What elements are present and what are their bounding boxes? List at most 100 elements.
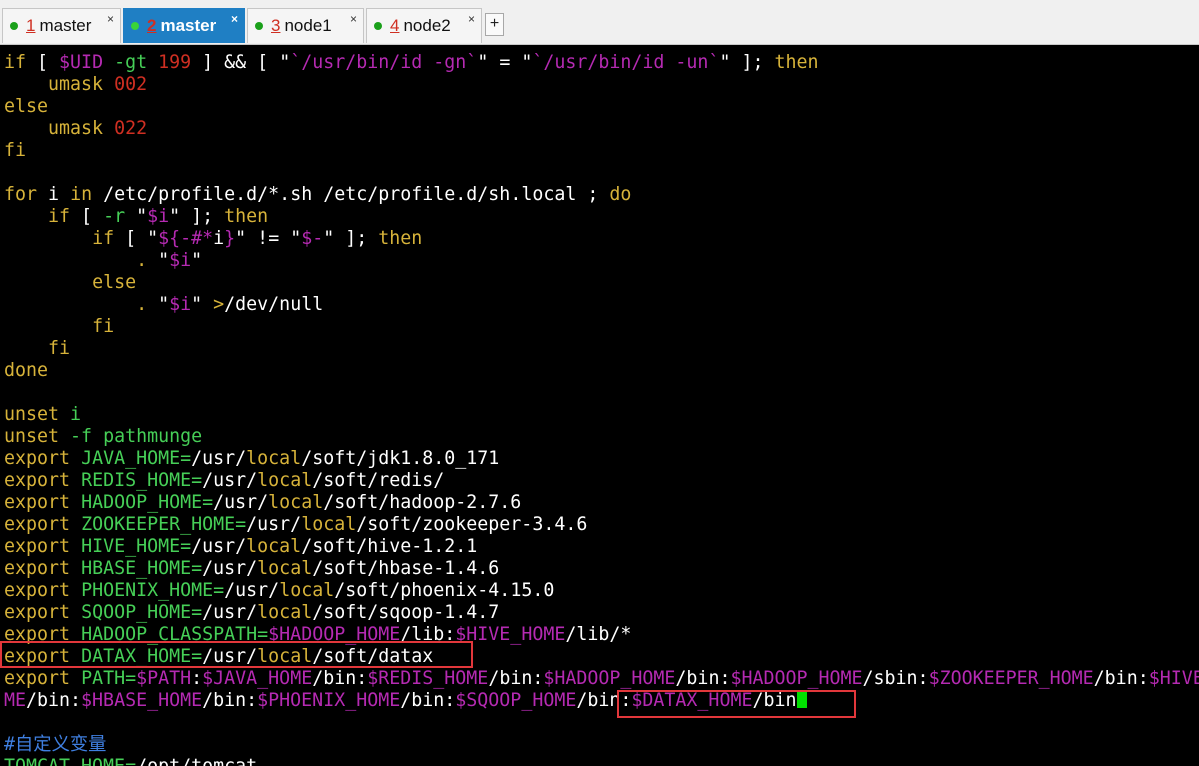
- status-dot-icon: [255, 22, 263, 30]
- close-tab-icon[interactable]: ×: [231, 13, 238, 25]
- code-token: fi: [4, 140, 27, 161]
- code-token: /soft/phoenix-4.15.0: [334, 580, 555, 601]
- code-token: local: [246, 536, 302, 557]
- code-token: $HADOOP_HOME: [543, 668, 676, 689]
- code-token: /usr/: [202, 602, 258, 623]
- code-token: /usr/: [224, 580, 280, 601]
- code-token: /usr/: [202, 470, 258, 491]
- terminal-line: export DATAX_HOME=/usr/local/soft/datax: [4, 646, 433, 668]
- code-token: $HADOOP_HOME: [730, 668, 863, 689]
- code-token: /bin:: [26, 690, 82, 711]
- code-token: `/usr/bin/id -gn`: [290, 52, 478, 73]
- code-token: export: [4, 514, 71, 535]
- code-token: $i: [169, 294, 192, 315]
- code-token: [ ": [114, 228, 159, 249]
- code-token: /usr/: [202, 646, 258, 667]
- code-token: local: [257, 646, 313, 667]
- new-tab-button[interactable]: +: [485, 13, 504, 36]
- terminal-line: TOMCAT_HOME=/opt/tomcat: [4, 756, 257, 766]
- terminal-line: umask 002: [4, 74, 147, 96]
- terminal-line: for i in /etc/profile.d/*.sh /etc/profil…: [4, 184, 631, 206]
- terminal-line: export ZOOKEEPER_HOME=/usr/local/soft/zo…: [4, 514, 587, 536]
- code-token: $ZOOKEEPER_HOME: [928, 668, 1094, 689]
- tab-number: 3: [271, 16, 281, 35]
- code-token: " ];: [169, 206, 225, 227]
- code-token: ": [191, 294, 214, 315]
- code-token: $SQOOP_HOME: [455, 690, 577, 711]
- code-token: /lib:: [400, 624, 456, 645]
- code-token: /etc/profile.d/*.sh /etc/profile.d/sh.lo…: [92, 184, 610, 205]
- terminal-line: unset -f pathmunge: [4, 426, 202, 448]
- code-token: local: [268, 492, 324, 513]
- code-token: SQOOP_HOME=: [81, 602, 203, 623]
- tab-3-node1[interactable]: 3 node1 ×: [247, 8, 364, 43]
- close-tab-icon[interactable]: ×: [468, 13, 475, 25]
- code-token: export: [4, 492, 71, 513]
- terminal-line: export REDIS_HOME=/usr/local/soft/redis/: [4, 470, 444, 492]
- close-tab-icon[interactable]: ×: [107, 13, 114, 25]
- tab-2-master[interactable]: 2 master ×: [123, 8, 245, 43]
- close-tab-icon[interactable]: ×: [350, 13, 357, 25]
- code-token: fi: [92, 316, 115, 337]
- code-token: local: [257, 558, 313, 579]
- code-token: /lib/*: [565, 624, 632, 645]
- code-token: HBASE_HOME=: [81, 558, 203, 579]
- tab-4-node2[interactable]: 4 node2 ×: [366, 8, 482, 43]
- terminal-line: else: [4, 96, 48, 118]
- code-token: ] && [ ": [191, 52, 291, 73]
- code-token: /opt/tomcat: [136, 756, 257, 766]
- terminal-line: . "$i" >/dev/null: [4, 294, 323, 316]
- code-token: $HBASE_HOME: [81, 690, 203, 711]
- code-token: $HIVE_HO: [1148, 668, 1199, 689]
- code-token: $PATH: [136, 668, 192, 689]
- code-token: umask: [48, 74, 104, 95]
- code-token: /bin:: [202, 690, 258, 711]
- status-dot-icon: [131, 22, 139, 30]
- code-token: export: [4, 624, 71, 645]
- code-token: /soft/jdk1.8.0_171: [301, 448, 500, 469]
- code-token: local: [246, 448, 302, 469]
- tab-bar: 1 master × 2 master × 3 node1 × 4 node2 …: [0, 0, 1199, 45]
- code-token: export: [4, 602, 71, 623]
- code-token: :: [191, 668, 203, 689]
- code-token: ": [191, 250, 203, 271]
- terminal-output[interactable]: if [ $UID -gt 199 ] && [ "`/usr/bin/id -…: [0, 52, 1199, 766]
- code-token: .: [136, 294, 148, 315]
- code-token: /soft/redis/: [312, 470, 445, 491]
- code-token: $REDIS_HOME: [367, 668, 489, 689]
- code-token: /bin:: [488, 668, 544, 689]
- code-token: export: [4, 558, 71, 579]
- code-token: }: [224, 228, 236, 249]
- code-token: ": [125, 206, 148, 227]
- code-token: /bin:: [675, 668, 731, 689]
- code-token: /bin:: [400, 690, 456, 711]
- tab-number: 4: [390, 16, 400, 35]
- code-token: if: [4, 52, 27, 73]
- code-token: /soft/sqoop-1.4.7: [312, 602, 500, 623]
- code-token: JAVA_HOME=: [81, 448, 192, 469]
- code-token: /usr/: [191, 448, 247, 469]
- code-token: /soft/zookeeper-3.4.6: [356, 514, 588, 535]
- code-token: i: [70, 404, 82, 425]
- terminal-line: export SQOOP_HOME=/usr/local/soft/sqoop-…: [4, 602, 499, 624]
- terminal-line: #自定义变量: [4, 734, 106, 756]
- terminal-line: . "$i": [4, 250, 202, 272]
- code-token: ${-#*: [158, 228, 214, 249]
- code-token: .: [136, 250, 148, 271]
- tab-1-master[interactable]: 1 master ×: [2, 8, 121, 43]
- terminal-line: export HADOOP_CLASSPATH=$HADOOP_HOME/lib…: [4, 624, 631, 646]
- code-token: else: [4, 96, 49, 117]
- terminal-line: umask 022: [4, 118, 147, 140]
- code-token: i: [213, 228, 225, 249]
